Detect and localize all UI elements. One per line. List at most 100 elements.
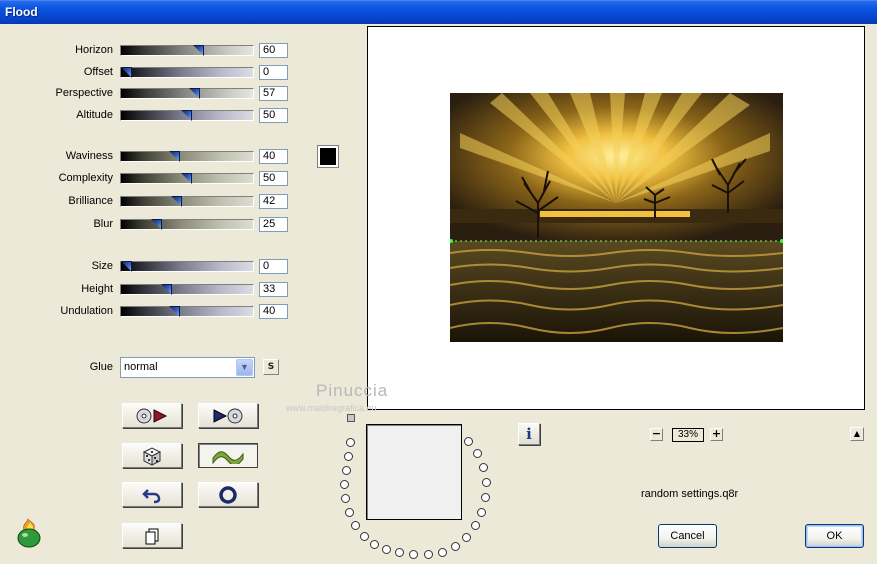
preview-pane[interactable]: [367, 26, 865, 410]
slider-thumb[interactable]: [169, 151, 180, 162]
dial-dot: [382, 545, 391, 554]
glue-s-button[interactable]: S: [263, 359, 279, 375]
expand-up-button[interactable]: ▲: [850, 427, 864, 441]
dial-dot: [344, 452, 353, 461]
preview-wave-button[interactable]: [198, 443, 258, 468]
dial-dot: [473, 449, 482, 458]
wave-icon: [212, 450, 244, 464]
preview-image: [450, 93, 783, 342]
load-preset-button[interactable]: [122, 403, 182, 428]
waviness-value-field[interactable]: 40: [259, 149, 288, 164]
flaming-pot-logo: [17, 518, 41, 548]
horizon-slider[interactable]: [120, 45, 254, 56]
undulation-slider[interactable]: [120, 306, 254, 317]
slider-thumb[interactable]: [121, 67, 132, 78]
slider-label: Blur: [93, 218, 113, 230]
dial-dot: [346, 438, 355, 447]
arrow-disc-icon: [213, 408, 243, 423]
slider-label: Perspective: [55, 87, 113, 99]
dial-dot: [342, 466, 351, 475]
slider-label: Offset: [83, 66, 113, 78]
color-swatch[interactable]: [317, 145, 339, 168]
perspective-slider[interactable]: [120, 88, 254, 99]
glue-label: Glue: [89, 361, 113, 373]
dial-dot: [370, 540, 379, 549]
ok-button[interactable]: OK: [805, 524, 864, 548]
ring-icon: [219, 485, 237, 504]
glue-selected-value: normal: [124, 361, 158, 373]
chevron-down-icon[interactable]: ▼: [236, 359, 253, 376]
undo-arrow-icon: [142, 488, 161, 503]
slider-label: Undulation: [60, 305, 113, 317]
info-button[interactable]: i: [518, 423, 540, 445]
dial-dot: [395, 548, 404, 557]
altitude-slider[interactable]: [120, 110, 254, 121]
blur-slider[interactable]: [120, 219, 254, 230]
copy-button[interactable]: [122, 523, 182, 548]
undulation-value-field[interactable]: 40: [259, 304, 288, 319]
slider-thumb[interactable]: [169, 306, 180, 317]
slider-thumb[interactable]: [181, 173, 192, 184]
complexity-value-field[interactable]: 50: [259, 171, 288, 186]
height-value-field[interactable]: 33: [259, 282, 288, 297]
waviness-slider[interactable]: [120, 151, 254, 162]
dial-dot: [424, 550, 433, 559]
settings-file-name: random settings.q8r: [641, 488, 739, 500]
perspective-value-field[interactable]: 57: [259, 86, 288, 101]
blur-value-field[interactable]: 25: [259, 217, 288, 232]
dial-dot: [482, 478, 491, 487]
navigator-thumbnail[interactable]: [366, 424, 462, 520]
dial-dot: [481, 493, 490, 502]
slider-label: Complexity: [58, 172, 113, 184]
dial-dot: [341, 494, 350, 503]
watermark-url: www.maidiregrafica.eu: [286, 403, 377, 413]
slider-label: Altitude: [76, 109, 113, 121]
slider-thumb[interactable]: [121, 261, 132, 272]
slider-thumb[interactable]: [193, 45, 204, 56]
height-slider[interactable]: [120, 284, 254, 295]
chevron-up-icon: ▲: [853, 429, 861, 438]
size-slider[interactable]: [120, 261, 254, 272]
slider-label: Horizon: [75, 44, 113, 56]
disc-arrow-icon: [136, 408, 168, 423]
slider-thumb[interactable]: [181, 110, 192, 121]
slider-label: Height: [81, 283, 113, 295]
brilliance-slider[interactable]: [120, 196, 254, 207]
slider-thumb[interactable]: [171, 196, 182, 207]
complexity-slider[interactable]: [120, 173, 254, 184]
undo-button[interactable]: [122, 482, 182, 507]
zoom-out-button[interactable]: −: [650, 428, 663, 441]
dial-dot: [477, 508, 486, 517]
glue-dropdown[interactable]: normal ▼: [120, 357, 255, 378]
horizon-value-field[interactable]: 60: [259, 43, 288, 58]
offset-slider[interactable]: [120, 67, 254, 78]
zoom-in-button[interactable]: +: [710, 428, 723, 441]
slider-label: Waviness: [65, 150, 113, 162]
altitude-value-field[interactable]: 50: [259, 108, 288, 123]
dial-dot: [451, 542, 460, 551]
slider-thumb[interactable]: [189, 88, 200, 99]
slider-thumb[interactable]: [151, 219, 162, 230]
dial-dot: [471, 521, 480, 530]
navigator-handle[interactable]: [347, 414, 355, 422]
dial-dot: [345, 508, 354, 517]
zoom-level: 33%: [672, 428, 704, 442]
randomize-button[interactable]: [122, 443, 182, 468]
window-title: Flood: [5, 5, 38, 19]
offset-value-field[interactable]: 0: [259, 65, 288, 80]
dial-dot: [462, 533, 471, 542]
dial-dot: [340, 480, 349, 489]
cancel-button[interactable]: Cancel: [658, 524, 717, 548]
reset-button[interactable]: [198, 482, 258, 507]
copy-document-icon: [145, 528, 159, 544]
brilliance-value-field[interactable]: 42: [259, 194, 288, 209]
dice-icon: [142, 446, 162, 466]
title-bar: Flood: [0, 0, 877, 24]
size-value-field[interactable]: 0: [259, 259, 288, 274]
dialog-body: Horizon 60 Offset 0 Perspective 57 Altit…: [0, 24, 877, 564]
watermark-name: Pinuccia: [316, 381, 389, 400]
slider-thumb[interactable]: [161, 284, 172, 295]
dial-dot: [438, 548, 447, 557]
save-preset-button[interactable]: [198, 403, 258, 428]
dial-dot: [479, 463, 488, 472]
